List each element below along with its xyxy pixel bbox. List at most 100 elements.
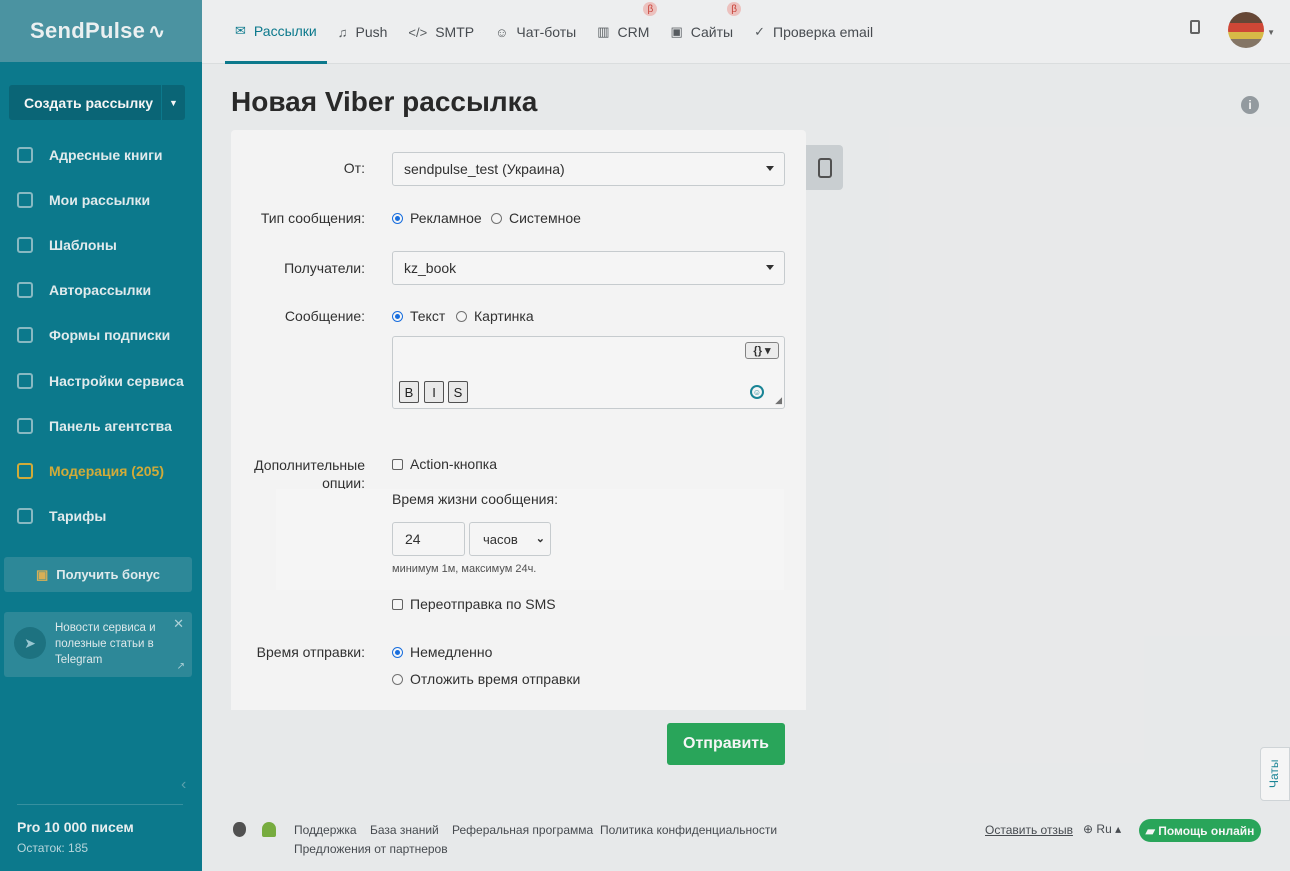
sidebar-item-label: Тарифы (49, 508, 107, 525)
message-image-radio[interactable]: Картинка (456, 308, 534, 324)
collapse-sidebar-icon[interactable]: ‹ (181, 776, 186, 794)
online-help-button[interactable]: ▰ Помощь онлайн (1139, 819, 1261, 842)
caret-down-icon (766, 166, 774, 171)
extra-options-label-line1: Дополнительные (254, 457, 365, 473)
radio-checked (392, 310, 403, 322)
variables-icon: {} (753, 344, 762, 357)
beta-badge: β (643, 2, 658, 16)
crm-icon: ▥ (597, 24, 610, 39)
sender-select[interactable]: sendpulse_test (Украина) (392, 152, 785, 186)
tab-crm[interactable]: ▥ CRM β (587, 0, 659, 64)
footer-link-privacy[interactable]: Политика конфиденциальности (600, 823, 777, 837)
sender-value: sendpulse_test (Украина) (404, 161, 565, 177)
pricing-icon (17, 508, 33, 525)
italic-button[interactable]: I (424, 381, 444, 403)
mobile-app-icon[interactable] (1190, 20, 1200, 34)
telegram-promo-text: Новости сервиса и полезные статьи в Tele… (55, 622, 156, 666)
sidebar-item-templates[interactable]: Шаблоны (0, 222, 202, 267)
recipients-select[interactable]: kz_book (392, 251, 785, 285)
close-icon[interactable]: ✕ (173, 616, 184, 632)
footer-link-support[interactable]: Поддержка (294, 823, 357, 837)
emoji-icon[interactable]: ☺ (750, 385, 764, 399)
caret-down-icon (766, 265, 774, 270)
recipients-label: Получатели: (284, 260, 365, 276)
get-bonus-label: Получить бонус (56, 567, 161, 582)
sidebar-item-moderation[interactable]: Модерация (205) (0, 448, 202, 493)
footer-link-referral[interactable]: Реферальная программа (452, 823, 593, 837)
sidebar-item-pricing[interactable]: Тарифы (0, 494, 202, 539)
sidebar-item-label: Авторассылки (49, 282, 152, 299)
tab-smtp[interactable]: </> SMTP (398, 0, 484, 64)
variables-button[interactable]: {} ▾ (745, 342, 779, 359)
sidebar-item-label: Адресные книги (49, 146, 163, 163)
tab-label: Push (355, 24, 388, 40)
external-link-icon[interactable]: ↗ (177, 661, 185, 672)
checkbox-unchecked (392, 598, 403, 610)
android-icon[interactable] (262, 822, 276, 837)
ttl-unit-value: часов (483, 531, 518, 547)
email-icon: ✉ (235, 22, 246, 38)
chats-label: Чаты (1267, 759, 1281, 788)
avatar[interactable] (1228, 12, 1264, 48)
bell-icon: ♫ (337, 24, 348, 40)
chevron-down-icon[interactable]: ▼ (1267, 28, 1275, 37)
tab-label: Сайты (690, 24, 734, 40)
pulse-icon: ∿ (148, 20, 166, 43)
tab-sites[interactable]: ▣ Сайты β (660, 0, 743, 64)
send-button[interactable]: Отправить (667, 723, 785, 765)
code-icon: </> (408, 24, 428, 40)
sidebar-item-address-books[interactable]: Адресные книги (0, 132, 202, 177)
ttl-value-input[interactable] (392, 522, 465, 556)
feedback-link[interactable]: Оставить отзыв (985, 823, 1073, 837)
mobile-preview-toggle[interactable] (806, 145, 843, 190)
sidebar-item-label: Панель агентства (49, 417, 172, 434)
page-title: Новая Viber рассылка (231, 86, 538, 117)
sms-resend-checkbox[interactable]: Переотправка по SMS (392, 596, 556, 612)
tab-chatbots[interactable]: ☺ Чат-боты (485, 0, 586, 64)
tab-label: Рассылки (253, 22, 317, 39)
type-promo-radio[interactable]: Рекламное (392, 210, 482, 226)
info-icon[interactable]: i (1241, 96, 1259, 114)
get-bonus-button[interactable]: ▣ Получить бонус (4, 557, 192, 592)
sidebar-item-settings[interactable]: Настройки сервиса (0, 358, 202, 403)
action-button-checkbox[interactable]: Action-кнопка (392, 456, 497, 472)
language-selector[interactable]: ⊕ Ru ▴ (1083, 822, 1121, 836)
sidebar-item-forms[interactable]: Формы подписки (0, 313, 202, 358)
radio-unchecked (491, 212, 502, 224)
apple-icon[interactable] (233, 822, 246, 837)
sidebar-item-my-campaigns[interactable]: Мои рассылки (0, 177, 202, 222)
type-system-radio[interactable]: Системное (491, 210, 581, 226)
sidebar-item-label: Настройки сервиса (49, 372, 184, 389)
create-campaign-button[interactable]: Создать рассылку ▼ (9, 85, 185, 120)
tab-email-verification[interactable]: ✓ Проверка email (744, 0, 883, 64)
message-editor[interactable]: {} ▾ B I S ☺ ◢ (392, 336, 785, 409)
beta-badge: β (727, 2, 742, 16)
book-icon (17, 146, 33, 163)
footer-link-partners[interactable]: Предложения от партнеров (294, 842, 448, 856)
tab-push[interactable]: ♫ Push (328, 0, 398, 64)
ttl-hint: минимум 1м, максимум 24ч. (392, 563, 537, 575)
radio-unchecked (456, 310, 467, 322)
bold-button[interactable]: B (399, 381, 419, 403)
chats-tab[interactable]: Чаты (1260, 747, 1290, 801)
telegram-promo-card[interactable]: ➤ Новости сервиса и полезные статьи в Te… (4, 612, 192, 677)
from-label: От: (343, 160, 365, 176)
checkbox-label: Action-кнопка (410, 456, 498, 472)
message-text-radio[interactable]: Текст (392, 308, 445, 324)
extra-options-label: Дополнительные опции: (240, 456, 365, 492)
sidebar: SendPulse ∿ Создать рассылку ▼ Адресные … (0, 0, 202, 871)
resize-handle-icon[interactable]: ◢ (775, 395, 782, 406)
chevron-down-icon[interactable]: ▼ (161, 85, 185, 120)
radio-unchecked (392, 673, 403, 685)
ttl-unit-select[interactable]: часов ⌄ (469, 522, 551, 556)
send-later-radio[interactable]: Отложить время отправки (392, 671, 580, 687)
sidebar-item-agency[interactable]: Панель агентства (0, 403, 202, 448)
tab-campaigns[interactable]: ✉ Рассылки (225, 0, 327, 64)
strikethrough-button[interactable]: S (448, 381, 468, 403)
radio-label: Текст (410, 308, 446, 324)
sidebar-item-automation[interactable]: Авторассылки (0, 268, 202, 313)
sendpulse-logo[interactable]: SendPulse ∿ (0, 0, 202, 62)
footer-link-knowledge-base[interactable]: База знаний (370, 823, 439, 837)
agency-icon (17, 417, 33, 434)
send-now-radio[interactable]: Немедленно (392, 644, 492, 660)
